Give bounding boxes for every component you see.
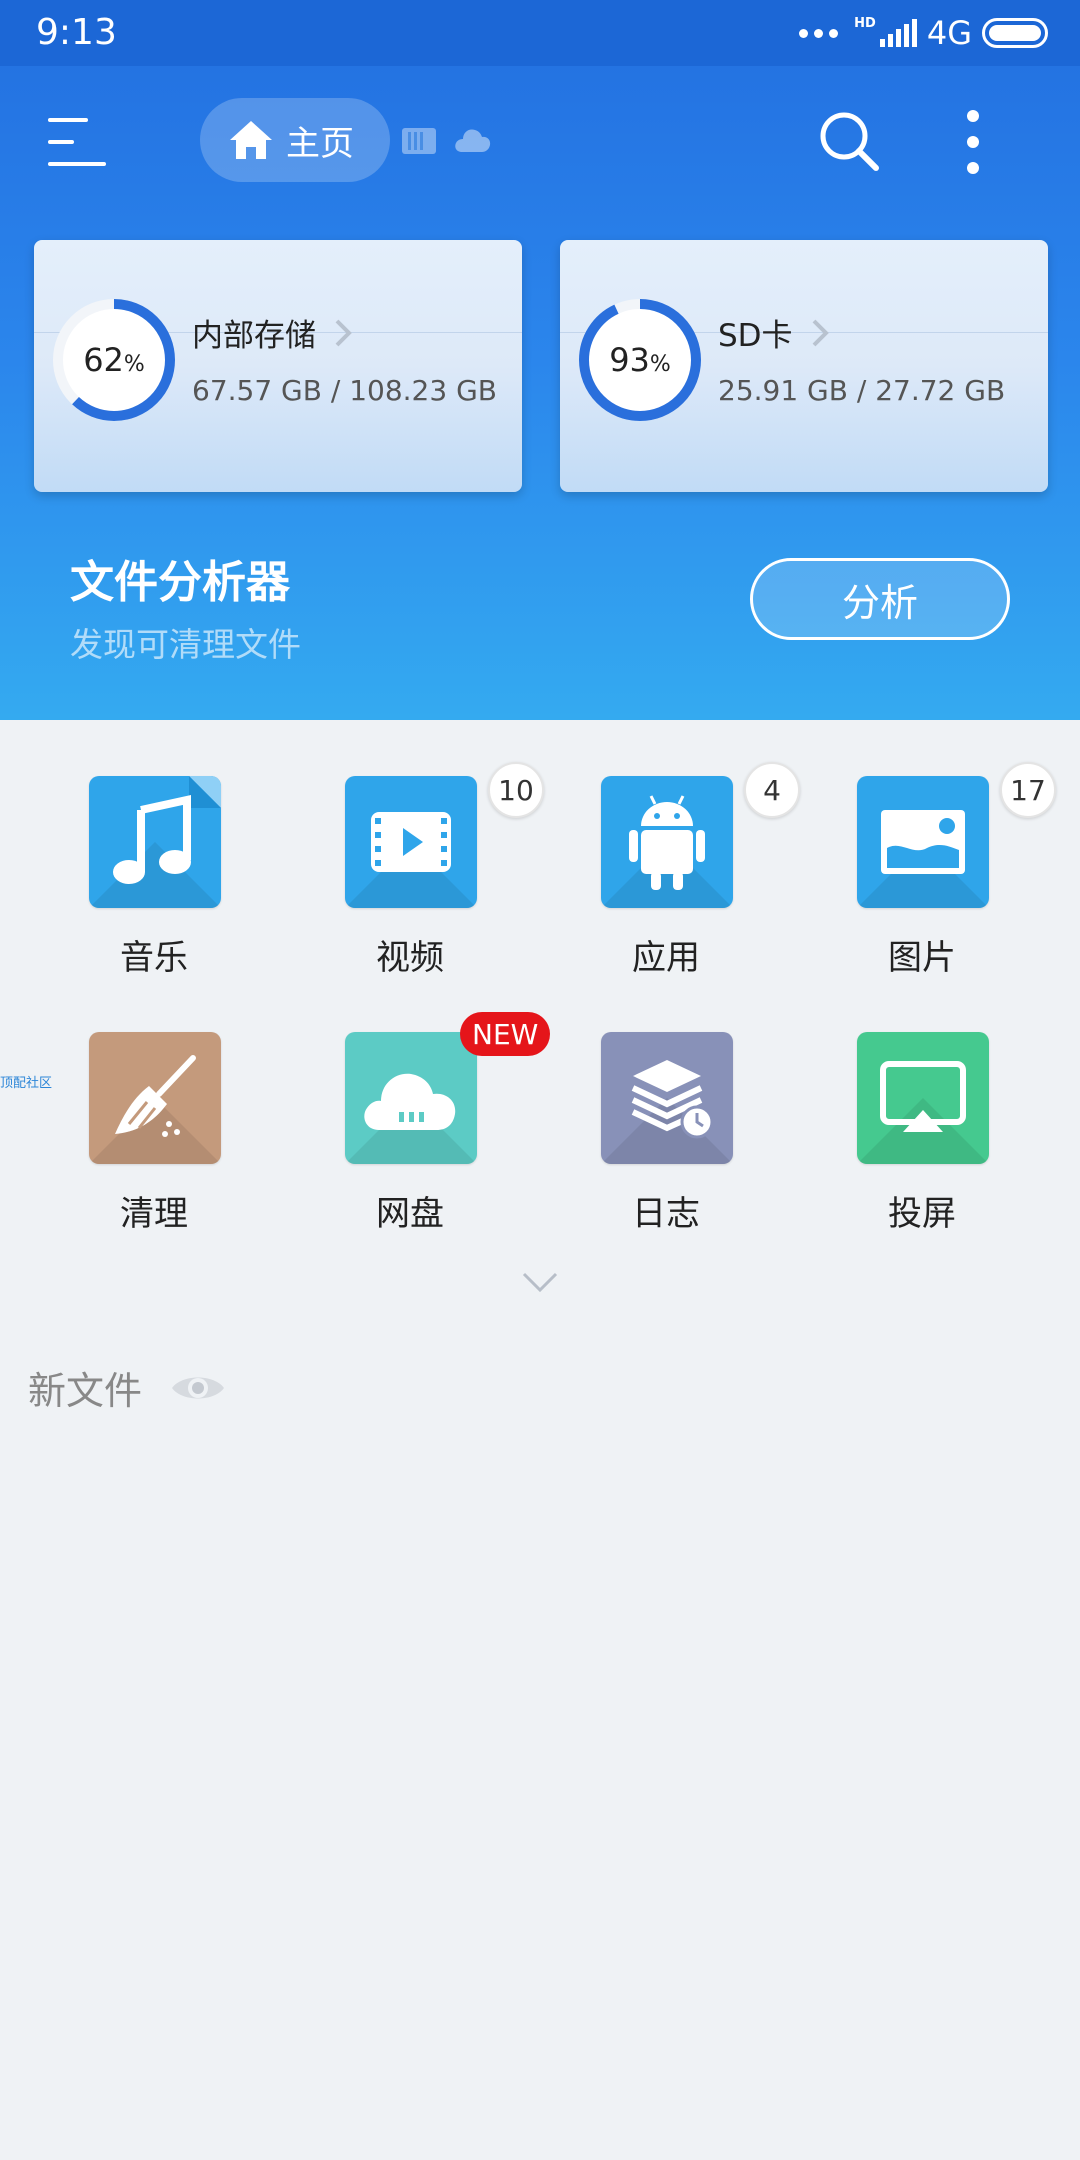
analyzer-title: 文件分析器 xyxy=(70,557,290,608)
video-icon xyxy=(371,812,451,872)
category-clean[interactable]: 清理 xyxy=(54,1032,254,1252)
category-screen-cast[interactable]: 投屏 xyxy=(822,1032,1022,1252)
log-history-icon xyxy=(631,1060,714,1139)
category-cloud-drive[interactable]: NEW 网盘 xyxy=(310,1012,551,1252)
category-images[interactable]: 17 图片 xyxy=(822,762,1056,996)
analyze-button[interactable]: 分析 xyxy=(750,558,1010,640)
music-icon xyxy=(113,776,221,884)
chevron-right-icon xyxy=(812,319,829,346)
category-log[interactable]: 日志 xyxy=(566,1032,766,1252)
status-time: 9:13 xyxy=(36,12,117,53)
new-files-section: 新文件 xyxy=(28,1360,226,1415)
clean-tile xyxy=(89,1032,221,1164)
category-apps[interactable]: 4 应用 xyxy=(566,762,800,996)
new-badge: NEW xyxy=(460,1012,551,1056)
header-panel: 主页 62% 内部存储 67.57 GB / 108.23 GB 93 % SD… xyxy=(0,66,1080,720)
storage-name: SD卡 xyxy=(718,318,793,354)
internal-storage-card[interactable]: 62% 内部存储 67.57 GB / 108.23 GB xyxy=(34,240,522,492)
new-files-title: 新文件 xyxy=(28,1369,143,1413)
hd-label: HD xyxy=(854,15,876,31)
screen-cast-tile xyxy=(857,1032,989,1164)
android-icon xyxy=(629,795,705,890)
eye-icon[interactable] xyxy=(170,1370,226,1406)
category-video[interactable]: 10 视频 xyxy=(310,762,544,996)
screen-cast-icon xyxy=(880,1061,966,1132)
cloud-drive-icon xyxy=(364,1073,456,1130)
category-music[interactable]: 音乐 xyxy=(54,776,254,996)
category-label: 视频 xyxy=(376,938,444,978)
side-tag-text: 顶配社区 xyxy=(0,1076,53,1091)
apps-count-badge: 4 xyxy=(744,762,800,818)
tab-home-label: 主页 xyxy=(286,123,354,164)
category-label: 音乐 xyxy=(120,938,188,978)
category-label: 应用 xyxy=(632,938,700,978)
usage-percent: 93 xyxy=(609,341,650,379)
hamburger-menu-icon[interactable] xyxy=(48,116,106,166)
sd-card-storage-card[interactable]: 93% SD卡 25.91 GB / 27.72 GB xyxy=(560,240,1048,492)
storage-name: 内部存储 xyxy=(192,318,316,354)
tab-home[interactable]: 主页 xyxy=(200,98,390,182)
video-count-badge: 10 xyxy=(488,762,544,818)
more-vertical-icon[interactable] xyxy=(958,108,988,178)
storage-usage-text: 25.91 GB / 27.72 GB xyxy=(718,374,1006,407)
chevron-right-icon xyxy=(335,319,352,346)
cloud-drive-tile xyxy=(345,1032,477,1164)
usage-percent: 62 xyxy=(83,341,124,379)
music-tile xyxy=(89,776,221,908)
expand-chevron-down-icon[interactable] xyxy=(520,1270,560,1294)
apps-tile xyxy=(601,776,733,908)
notification-dots-icon xyxy=(799,28,839,38)
images-tile xyxy=(857,776,989,908)
storage-usage-text: 67.57 GB / 108.23 GB xyxy=(192,374,497,407)
image-icon xyxy=(881,810,965,874)
analyzer-subtitle: 发现可清理文件 xyxy=(70,625,301,664)
broom-icon xyxy=(115,1055,196,1137)
images-count-badge: 17 xyxy=(1000,762,1056,818)
usage-ring: 62% xyxy=(52,298,176,422)
sd-card-tab-icon[interactable] xyxy=(402,128,436,154)
status-bar: 9:13 HD 4G xyxy=(0,0,1080,66)
video-tile xyxy=(345,776,477,908)
signal-icon xyxy=(879,19,917,47)
category-label: 日志 xyxy=(632,1194,700,1234)
category-label: 清理 xyxy=(120,1194,188,1234)
battery-icon xyxy=(982,18,1048,48)
home-icon xyxy=(230,121,272,159)
cloud-tab-icon[interactable] xyxy=(454,126,492,154)
status-icons: HD 4G xyxy=(799,12,1048,54)
search-icon[interactable] xyxy=(818,110,882,174)
usage-ring: 93% xyxy=(578,298,702,422)
category-label: 投屏 xyxy=(888,1194,956,1234)
log-tile xyxy=(601,1032,733,1164)
category-label: 图片 xyxy=(888,938,956,978)
category-label: 网盘 xyxy=(376,1194,444,1234)
network-type: 4G xyxy=(926,14,972,52)
